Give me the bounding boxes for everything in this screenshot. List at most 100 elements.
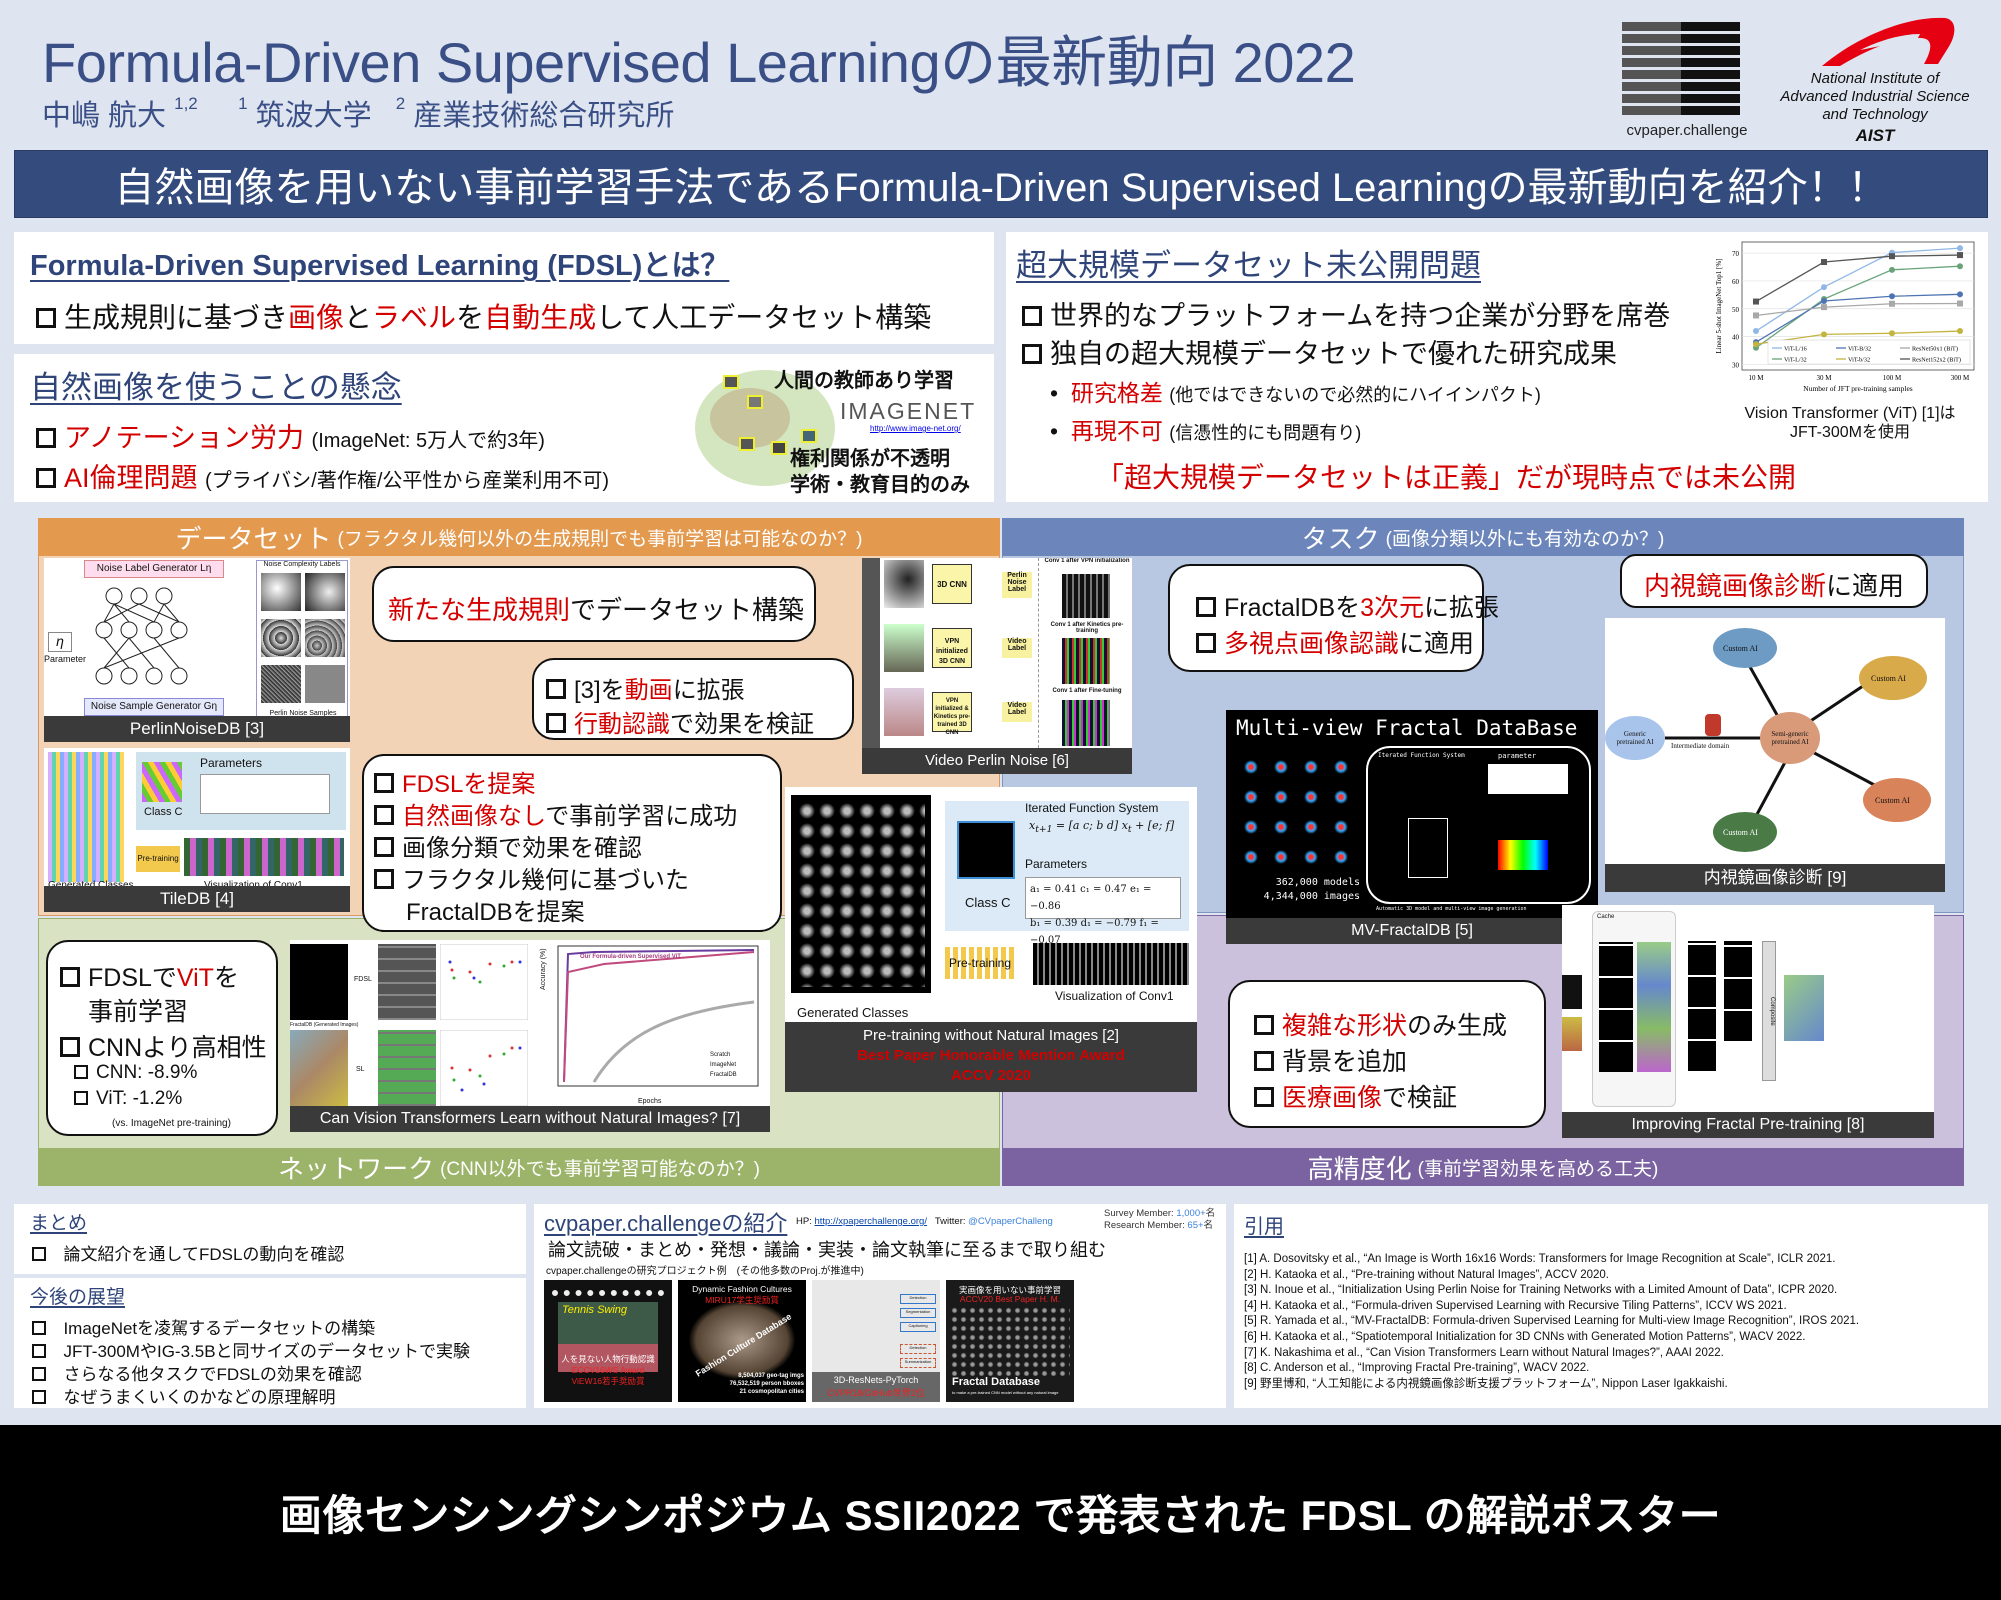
- unit: 名: [1203, 1220, 1214, 1231]
- fractal-img-label: FractalDB (Generated Images): [290, 1022, 359, 1028]
- cvpaper-tagline: 論文読破・まとめ・発想・議論・実装・論文執筆に至るまで取り組む: [548, 1240, 1106, 1260]
- author-line: 中嶋 航大 1,2 1 筑波大学 2 産業技術総合研究所: [42, 92, 674, 134]
- conv-title-1: Conv 1 after VPN initialization: [1044, 558, 1130, 564]
- aist-short: AIST: [1855, 126, 1895, 145]
- section-title: データセット: [175, 523, 332, 554]
- y-tick-label: 30: [1732, 361, 1740, 369]
- composite-output: [1784, 975, 1824, 1041]
- concern-item1-label: アノテーション労力: [64, 423, 305, 453]
- figure-caption: MV-FractalDB [5]: [1226, 918, 1598, 944]
- survey-value: 1,000+: [1176, 1208, 1206, 1219]
- custom-ai-label: Custom AI: [1871, 674, 1906, 683]
- project-stat-1: 8,504,037 geo-tag imgs: [738, 1373, 804, 1379]
- bubble-vit-value: ViT: -1.2%: [74, 1088, 182, 1110]
- plain-text: [3]を: [574, 677, 625, 704]
- hp-link[interactable]: http://xpaperchallenge.org/: [814, 1216, 927, 1227]
- project-fractal-database[interactable]: 実画像を用いない事前学習 ACCV20 Best Paper H. M. Fra…: [946, 1280, 1074, 1402]
- bubble-mv: FractalDBを3次元に拡張 多視点画像認識に適用: [1168, 564, 1499, 672]
- checkbox-icon: [32, 1344, 46, 1358]
- finetune-input: [884, 688, 924, 736]
- checkbox-icon: [32, 1247, 46, 1261]
- project-fashion-culture[interactable]: Dynamic Fashion Cultures MIRU17学生奨励賞 Fas…: [678, 1280, 806, 1402]
- checkbox-icon: [1022, 306, 1042, 326]
- data-point: [1889, 330, 1895, 337]
- section-title: タスク: [1301, 523, 1380, 554]
- accuracy-epochs-plot: [557, 945, 759, 1087]
- section-task-header: タスク (画像分類以外にも有効なのか？): [1002, 518, 1964, 556]
- bubble-line-1: FDSLでViTを: [60, 958, 239, 994]
- aist-line-1: National Institute of: [1810, 70, 1940, 87]
- legend-label: ViT-b/32: [1848, 357, 1870, 364]
- cvpaper-links: HP: http://xpaperchallenge.org/ Twitter:…: [796, 1216, 1053, 1227]
- mv-param-label: parameter: [1498, 752, 1536, 760]
- dataset-issue-card: 超大規模データセット未公開問題 世界的なプラットフォームを持つ企業が分野を席巻 …: [1006, 232, 1988, 502]
- bubble-line-5: FractalDBを提案: [406, 899, 585, 926]
- bullet-text: 独自の超大規模データセットで優れた研究成果: [1050, 339, 1617, 369]
- acc-axis-label: Accuracy (%): [540, 948, 547, 990]
- twitter-handle[interactable]: @CVpaperChalleng: [968, 1216, 1053, 1227]
- plain-text: FractalDBを: [1224, 594, 1361, 622]
- summary-item-text: 論文紹介を通してFDSLの動向を確認: [63, 1245, 345, 1264]
- figure-tile-db: Generated Classes Class C Parameters Pre…: [44, 748, 350, 912]
- reference-item: [7] K. Nakashima et al., “Can Vision Tra…: [1244, 1346, 1724, 1359]
- data-point: [1957, 291, 1963, 298]
- project-title: Dynamic Fashion Cultures: [692, 1284, 792, 1294]
- future-item-text: さらなる他タスクでFDSLの効果を確認: [63, 1365, 362, 1384]
- cache-panel: Cache: [1592, 911, 1676, 1107]
- project-3d-resnets[interactable]: Detection Segmentation Captioning Detect…: [812, 1280, 940, 1402]
- highlight-text: 3次元: [1360, 594, 1425, 622]
- bubble-text: 新たな生成規則でデータセット構築: [388, 590, 804, 627]
- plain-text: で検証: [1382, 1084, 1458, 1112]
- section-sub: (事前学習効果を高める工夫): [1417, 1158, 1659, 1180]
- plain-text: に拡張: [1424, 594, 1500, 622]
- plain-text: に適用: [1826, 571, 1905, 601]
- twitter-label: Twitter:: [934, 1216, 966, 1227]
- project-tennis-swing[interactable]: Tennis Swing 人を見ない人物行動認識 ECCV16WS Award …: [544, 1280, 672, 1402]
- imagenet-samples: [290, 1030, 348, 1106]
- author-affil-sup: 1,2: [174, 94, 198, 113]
- checkbox-icon: [32, 1321, 46, 1335]
- project-title: Tennis Swing: [562, 1304, 628, 1316]
- vit-value: ViT: -1.2%: [96, 1088, 183, 1109]
- future-item-text: JFT-300MやIG-3.5Bと同サイズのデータセットで実験: [63, 1342, 471, 1361]
- generated-classes-image: [48, 752, 124, 882]
- generic-ai-label: Generic pretrained AI: [1616, 730, 1654, 746]
- vit-jft-chart: 30 40 50 60 70 10 M 30 M 100 M 300 M Number of JF…: [1715, 241, 1975, 393]
- kinetics-input: [884, 624, 924, 672]
- conv-vis-2: [1062, 638, 1110, 684]
- project-sub: to make a pre-trained CNN model without …: [952, 1390, 1059, 1395]
- cvpaper-logo-caption: cvpaper.challenge: [1626, 122, 1748, 139]
- custom-ai-label: Custom AI: [1723, 828, 1758, 837]
- parameters-label: Parameters: [200, 756, 263, 770]
- cvpaper-logo: cvpaper.challenge: [1612, 22, 1762, 140]
- x-axis-label: Number of JFT pre-training samples: [1803, 384, 1913, 393]
- figure-caption: 内視鏡画像診断 [9]: [1605, 864, 1945, 892]
- task-box: Segmentation: [900, 1308, 936, 1318]
- plain-text: に適用: [1399, 630, 1475, 658]
- label-generator-box: Noise Label Generator Lη: [84, 560, 224, 578]
- data-point: [1753, 341, 1759, 348]
- task-box: Detection: [900, 1294, 936, 1304]
- checkbox-icon: [60, 1037, 80, 1057]
- checkbox-icon: [36, 468, 56, 488]
- affil1: 筑波大学: [255, 100, 372, 132]
- bubble-line-3: 画像分類で効果を確認: [374, 828, 642, 863]
- mv-ifs-label: Iterated Function System: [1378, 752, 1465, 759]
- imagenet-url[interactable]: http://www.image-net.org/: [870, 424, 961, 433]
- mv-title: Multi-view Fractal DataBase: [1236, 716, 1578, 740]
- highlight-text: 自然画像なし: [402, 803, 546, 830]
- bubble-video: [3]を動画に拡張 行動認識で効果を検証: [532, 658, 854, 740]
- future-card: 今後の展望 ImageNetを凌駕するデータセットの構築 JFT-300MやIG…: [14, 1278, 526, 1408]
- plain-text: でデータセット構築: [570, 595, 805, 625]
- affil2: 産業技術総合研究所: [413, 100, 675, 132]
- bubble-line-2: 自然画像なしで事前学習に成功: [374, 796, 737, 831]
- conv-vis-3: [1062, 700, 1110, 746]
- highlight-text: ViT: [176, 964, 214, 992]
- plain-text: フラクタル幾何に基づいた: [402, 867, 690, 894]
- y-tick-label: 50: [1732, 306, 1740, 314]
- summary-item: 論文紹介を通してFDSLの動向を確認: [32, 1240, 344, 1265]
- reference-item: [4] H. Kataoka et al., “Formula-driven S…: [1244, 1299, 1787, 1312]
- class-c-label: Class C: [144, 806, 183, 818]
- plain-text: FDSLで: [88, 964, 177, 992]
- highlight-text: 医療画像: [1282, 1084, 1383, 1112]
